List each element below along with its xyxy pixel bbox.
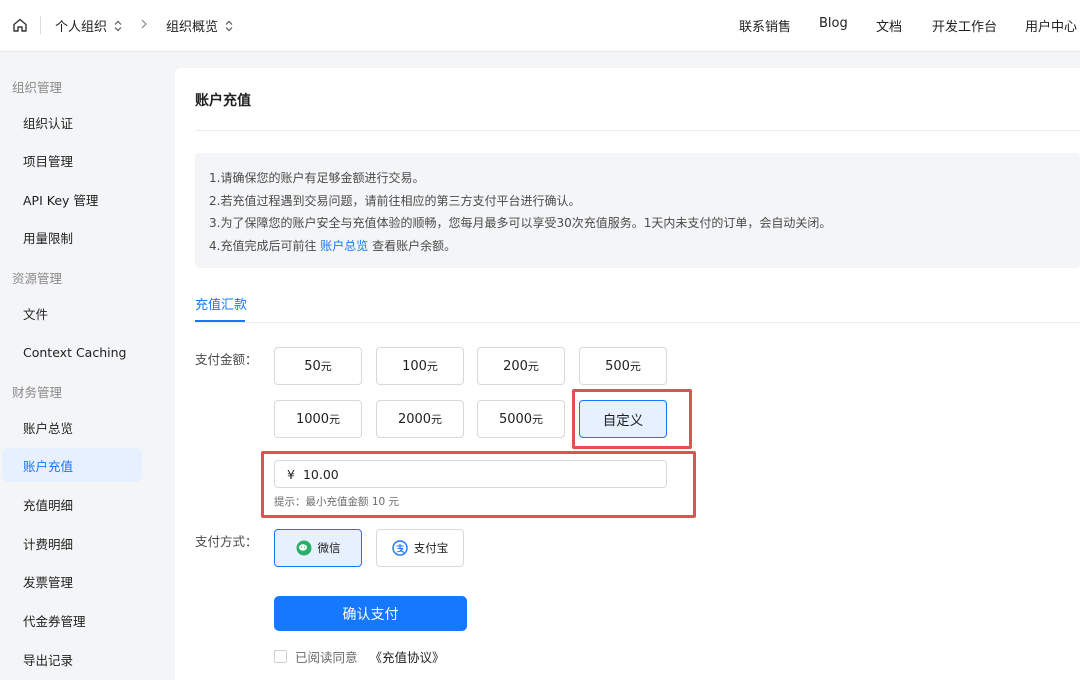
notice-line-4: 4.充值完成后可前往 账户总览 查看账户余额。	[209, 235, 1066, 258]
sidebar: 组织管理 组织认证 项目管理 API Key 管理 用量限制 资源管理 文件 C…	[0, 53, 160, 680]
tab-recharge-remittance[interactable]: 充值汇款	[195, 294, 247, 313]
notice-line-1: 1.请确保您的账户有足够金额进行交易。	[209, 171, 425, 185]
org-switcher[interactable]: 个人组织	[55, 16, 123, 35]
agreement-checkbox[interactable]	[274, 650, 287, 663]
notice-line-4-suffix: 查看账户余额。	[368, 238, 457, 253]
recharge-agreement-link[interactable]: 《充值协议》	[370, 647, 445, 666]
amount-unit: 元	[320, 360, 332, 373]
notice-line-2: 2.若充值过程遇到交易问题，请前往相应的第三方支付平台进行确认。	[209, 193, 581, 208]
pay-option-wechat[interactable]: 微信	[274, 529, 362, 567]
sidebar-item-export-records[interactable]: 导出记录	[2, 642, 142, 676]
updown-icon	[114, 20, 122, 31]
amount-unit: 元	[329, 413, 341, 426]
highlight-box-custom	[572, 389, 692, 449]
agreement-text: 已阅读同意	[295, 650, 358, 665]
amount-unit: 元	[629, 360, 641, 373]
pay-method-label: 支付方式：	[195, 534, 258, 549]
amount-value: 50	[304, 358, 321, 374]
amount-option-100[interactable]: 100 元	[376, 347, 464, 385]
sidebar-item-files[interactable]: 文件	[2, 296, 142, 330]
amount-value: 100	[402, 358, 427, 374]
sidebar-item-account-overview[interactable]: 账户总览	[2, 410, 142, 444]
page-title: 账户充值	[195, 93, 251, 109]
amount-option-1000[interactable]: 1000 元	[274, 400, 362, 438]
amount-unit: 元	[532, 413, 544, 426]
sidebar-group-resources: 资源管理	[12, 271, 63, 286]
sidebar-item-api-keys[interactable]: API Key 管理	[2, 182, 142, 216]
home-icon[interactable]	[12, 17, 28, 33]
amount-unit: 元	[527, 360, 539, 373]
recharge-panel: 账户充值 1.请确保您的账户有足够金额进行交易。 2.若充值过程遇到交易问题，请…	[175, 68, 1080, 680]
sidebar-item-recharge-details[interactable]: 充值明细	[2, 487, 142, 521]
amount-value: 5000	[498, 411, 533, 427]
nav-user-center[interactable]: 用户中心	[1025, 16, 1077, 35]
sidebar-group-org: 组织管理	[12, 80, 63, 95]
sidebar-item-account-recharge[interactable]: 账户充值	[2, 448, 142, 482]
page-switcher-label: 组织概览	[166, 20, 219, 35]
amount-option-50[interactable]: 50 元	[274, 347, 362, 385]
top-header: 个人组织 组织概览 联系销售 Blog 文档 开发工作台 用户中心	[0, 0, 1080, 52]
sidebar-item-context-caching[interactable]: Context Caching	[2, 335, 142, 369]
sidebar-item-projects[interactable]: 项目管理	[2, 143, 142, 177]
amount-value: 1000	[295, 411, 330, 427]
agreement-row: 已阅读同意 《充值协议》	[274, 647, 445, 666]
nav-contact-sales[interactable]: 联系销售	[739, 16, 791, 35]
amount-option-500[interactable]: 500 元	[579, 347, 667, 385]
pay-option-alipay-label: 支付宝	[413, 541, 449, 555]
amount-option-200[interactable]: 200 元	[477, 347, 565, 385]
page-switcher[interactable]: 组织概览	[166, 16, 234, 35]
highlight-box-amount-input	[261, 451, 696, 518]
title-divider	[195, 130, 1080, 131]
notice-line-4-prefix: 4.充值完成后可前往	[209, 238, 321, 253]
sidebar-group-finance: 财务管理	[12, 385, 63, 400]
amount-label: 支付金额：	[195, 352, 258, 367]
amount-option-5000[interactable]: 5000 元	[477, 400, 565, 438]
wechat-icon	[296, 540, 311, 556]
amount-value: 500	[605, 358, 630, 374]
amount-option-2000[interactable]: 2000 元	[376, 400, 464, 438]
account-overview-link[interactable]: 账户总览	[320, 239, 368, 253]
org-switcher-label: 个人组织	[55, 20, 108, 35]
amount-value: 2000	[397, 411, 432, 427]
nav-blog[interactable]: Blog	[819, 16, 848, 31]
amount-unit: 元	[426, 360, 438, 373]
pay-option-alipay[interactable]: 支付宝	[376, 529, 464, 567]
updown-icon	[225, 20, 233, 31]
tab-divider	[195, 322, 1080, 323]
sidebar-item-usage-limits[interactable]: 用量限制	[2, 220, 142, 254]
chevron-right-icon	[141, 19, 147, 29]
alipay-icon	[392, 540, 408, 556]
amount-unit: 元	[431, 413, 443, 426]
sidebar-item-invoices[interactable]: 发票管理	[2, 564, 142, 598]
amount-value: 200	[503, 358, 528, 374]
pay-option-wechat-label: 微信	[317, 541, 341, 555]
header-divider	[40, 16, 41, 34]
sidebar-item-billing-details[interactable]: 计费明细	[2, 526, 142, 560]
notice-box: 1.请确保您的账户有足够金额进行交易。 2.若充值过程遇到交易问题，请前往相应的…	[195, 153, 1080, 268]
sidebar-item-org-verify[interactable]: 组织认证	[2, 105, 142, 139]
confirm-pay-button[interactable]: 确认支付	[274, 596, 467, 631]
sidebar-item-vouchers[interactable]: 代金券管理	[2, 603, 142, 637]
nav-dev-console[interactable]: 开发工作台	[932, 16, 997, 35]
notice-line-3: 3.为了保障您的账户安全与充值体验的顺畅，您每月最多可以享受30次充值服务。1天…	[209, 216, 832, 230]
nav-docs[interactable]: 文档	[876, 16, 902, 35]
